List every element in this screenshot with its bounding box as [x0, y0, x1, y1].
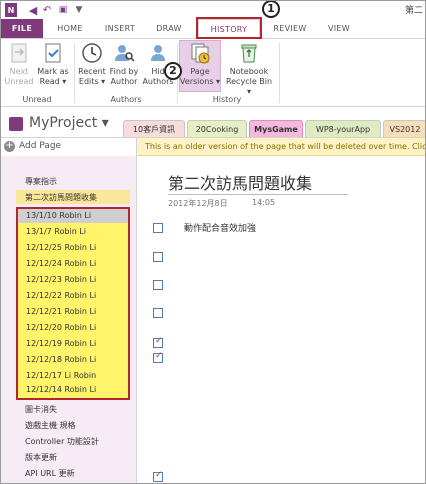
page-item[interactable]: API URL 更新 [25, 468, 75, 479]
tab-home[interactable]: HOME [47, 19, 93, 39]
version-item[interactable]: 12/12/25 Robin Li [26, 243, 96, 252]
recycle-bin-label-2: Recycle Bin ▾ [225, 77, 273, 96]
mark-as-read-button[interactable]: Mark as Read ▾ [35, 41, 71, 87]
todo-item-text[interactable]: 動作配合音效加強 [184, 221, 256, 234]
page-item[interactable]: 圖卡消失 [25, 404, 57, 415]
version-item[interactable]: 12/12/14 Robin Li [26, 385, 96, 394]
recent-edits-label-1: Recent [78, 67, 106, 76]
mark-as-read-label-2: Read ▾ [39, 77, 67, 86]
customize-toolbar-icon[interactable]: ▼ [73, 3, 85, 17]
page-versions-label-1: Page [190, 67, 210, 76]
unread-group-label: Unread [22, 95, 52, 104]
todo-checkbox[interactable] [153, 223, 163, 233]
version-item-selected[interactable]: 13/1/10 Robin Li [18, 209, 128, 223]
next-unread-label-1: Next [9, 67, 29, 76]
hide-authors-icon [151, 45, 165, 61]
page-time: 14:05 [252, 198, 276, 207]
authors-group-label: Authors [110, 95, 142, 104]
page-item[interactable]: 專案指示 [25, 176, 57, 187]
todo-checkbox[interactable] [153, 280, 163, 290]
tab-review[interactable]: REVIEW [265, 19, 315, 39]
page-date: 2012年12月8日 [168, 199, 228, 208]
add-page-plus-icon[interactable]: + [4, 141, 15, 152]
version-item[interactable]: 12/12/18 Robin Li [26, 355, 96, 364]
version-item[interactable]: 12/12/23 Robin Li [26, 275, 96, 284]
window-title: 第二 [404, 6, 423, 16]
notebook-name[interactable]: MyProject ▾ [29, 115, 109, 131]
notebook-icon [9, 117, 23, 131]
clock-icon [82, 43, 102, 63]
page-title[interactable]: 第二次訪馬問題收集 [168, 170, 312, 194]
page-title-underline [168, 194, 348, 195]
recycle-bin-icon [241, 44, 257, 63]
version-item[interactable]: 12/12/24 Robin Li [26, 259, 96, 268]
history-group-label: History [212, 95, 242, 104]
page-versions-label-2: Versions ▾ [179, 77, 221, 86]
history-tab-highlight [196, 17, 262, 39]
recent-edits-label-2: Edits ▾ [78, 77, 106, 86]
mark-as-read-icon [45, 43, 61, 63]
version-item[interactable]: 12/12/21 Robin Li [26, 307, 96, 316]
todo-checkbox-checked[interactable] [153, 336, 163, 348]
recycle-bin-label-1: Notebook [229, 67, 269, 76]
page-versions-icon [191, 43, 210, 64]
page-item-selected[interactable]: 第二次訪馬問題收集 [25, 192, 97, 203]
tab-draw[interactable]: DRAW [147, 19, 191, 39]
todo-checkbox-checked[interactable] [153, 351, 163, 363]
tab-file[interactable]: FILE [1, 19, 43, 39]
tab-insert[interactable]: INSERT [97, 19, 143, 39]
callout-2: 2 [164, 62, 182, 80]
dock-icon[interactable]: ▣ [57, 3, 69, 17]
find-by-author-button[interactable]: Find by Author [107, 41, 141, 87]
notebook-bar: MyProject ▾ 10客戶資訊 20Cooking MysGame WP8… [1, 108, 425, 138]
onenote-window: N ◀ ↶ ▣ ▼ 第二 FILE HOME INSERT DRAW HISTO… [0, 0, 426, 484]
next-unread-icon [11, 43, 27, 63]
next-unread-button[interactable]: Next Unread [4, 41, 34, 87]
version-item[interactable]: 12/12/19 Robin Li [26, 339, 96, 348]
page-item[interactable]: Controller 功能設計 [25, 436, 99, 447]
version-item[interactable]: 13/1/7 Robin Li [26, 227, 86, 236]
section-tab[interactable]: VS2012 [383, 120, 425, 137]
page-item[interactable]: 遊戲主機 規格 [25, 420, 76, 431]
page-canvas[interactable]: 第二次訪馬問題收集 2012年12月8日 14:05 動作配合音效加強 [138, 156, 425, 483]
version-item[interactable]: 12/12/20 Robin Li [26, 323, 96, 332]
section-tab[interactable]: 10客戶資訊 [123, 120, 185, 137]
add-page-row: + Add Page [1, 138, 137, 156]
page-item[interactable]: 版本更新 [25, 452, 57, 463]
mark-as-read-label-1: Mark as [37, 67, 69, 76]
page-versions-button[interactable]: Page Versions ▾ [179, 41, 221, 87]
page-versions-highlight-box: 13/1/10 Robin Li 13/1/7 Robin Li 12/12/2… [16, 207, 130, 400]
find-by-author-label-1: Find by [109, 67, 139, 76]
find-by-author-icon [115, 45, 135, 62]
group-separator [74, 43, 75, 103]
next-unread-label-2: Unread [4, 77, 34, 86]
version-item[interactable]: 12/12/17 Li Robin [26, 371, 96, 380]
section-tab-active[interactable]: MysGame [249, 120, 303, 137]
tab-view[interactable]: VIEW [319, 19, 359, 39]
section-tab[interactable]: 20Cooking [187, 120, 247, 137]
back-icon[interactable]: ◀ [27, 3, 39, 17]
older-version-banner[interactable]: This is an older version of the page tha… [137, 138, 425, 156]
todo-checkbox[interactable] [153, 252, 163, 262]
notebook-recycle-bin-button[interactable]: Notebook Recycle Bin ▾ [223, 41, 275, 97]
hide-authors-label-1: Hid [151, 67, 165, 76]
find-by-author-label-2: Author [110, 77, 138, 86]
group-separator [279, 43, 280, 103]
recent-edits-button[interactable]: Recent Edits ▾ [76, 41, 108, 87]
callout-1: 1 [262, 1, 280, 18]
undo-icon[interactable]: ↶ [41, 3, 53, 17]
onenote-logo-icon: N [5, 3, 17, 17]
todo-checkbox[interactable] [153, 308, 163, 318]
todo-checkbox-checked[interactable] [153, 470, 163, 482]
version-item[interactable]: 12/12/22 Robin Li [26, 291, 96, 300]
section-tab[interactable]: WP8-yourApp [305, 120, 381, 137]
ribbon: Next Unread Mark as Read ▾ Unread Recent… [1, 39, 425, 107]
page-list: 專案指示 第二次訪馬問題收集 13/1/10 Robin Li 13/1/7 R… [1, 156, 137, 483]
add-page-button[interactable]: Add Page [19, 141, 61, 151]
